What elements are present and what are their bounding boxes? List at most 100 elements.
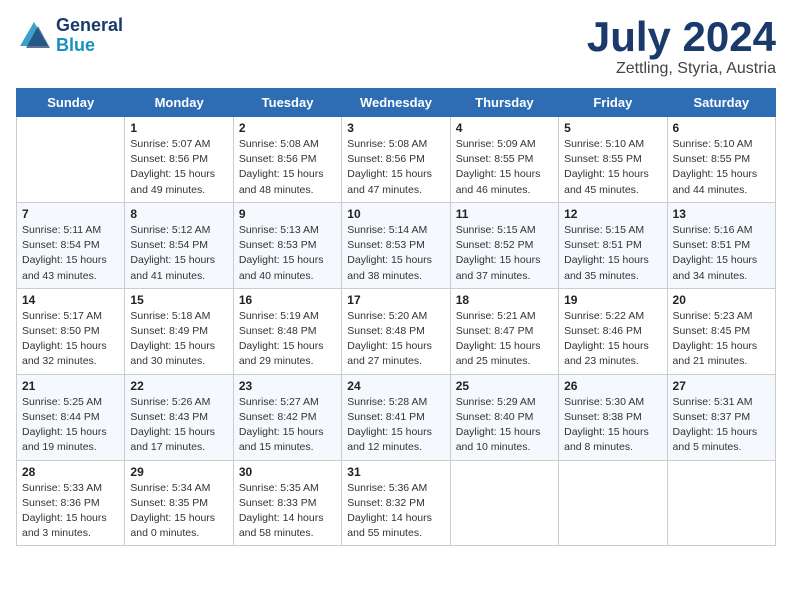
page-header: General Blue July 2024 Zettling, Styria,… (16, 16, 776, 78)
day-number: 27 (673, 379, 770, 393)
calendar-cell: 3Sunrise: 5:08 AMSunset: 8:56 PMDaylight… (342, 117, 450, 203)
day-number: 17 (347, 293, 444, 307)
logo-line2: Blue (56, 36, 123, 56)
calendar-cell: 10Sunrise: 5:14 AMSunset: 8:53 PMDayligh… (342, 202, 450, 288)
day-info: Sunrise: 5:11 AMSunset: 8:54 PMDaylight:… (22, 223, 119, 284)
day-number: 8 (130, 207, 227, 221)
day-info: Sunrise: 5:31 AMSunset: 8:37 PMDaylight:… (673, 395, 770, 456)
header-day: Monday (125, 89, 233, 117)
day-number: 1 (130, 121, 227, 135)
calendar-cell: 25 Sunrise: 5:29 AMSunset: 8:40 PMDayligh… (450, 374, 558, 460)
calendar-cell: 18 Sunrise: 5:21 AMSunset: 8:47 PMDayligh… (450, 288, 558, 374)
calendar-cell (17, 117, 125, 203)
day-info: Sunrise: 5:26 AMSunset: 8:43 PMDaylight:… (130, 395, 227, 456)
day-info: Sunrise: 5:15 AMSunset: 8:52 PMDaylight:… (456, 223, 553, 284)
header-day: Thursday (450, 89, 558, 117)
day-info: Sunrise: 5:12 AMSunset: 8:54 PMDaylight:… (130, 223, 227, 284)
header-day: Saturday (667, 89, 775, 117)
calendar-cell: 20 Sunrise: 5:23 AMSunset: 8:45 PMDayligh… (667, 288, 775, 374)
logo-icon (16, 18, 52, 54)
day-info: Sunrise: 5:27 AMSunset: 8:42 PMDaylight:… (239, 395, 336, 456)
day-number: 13 (673, 207, 770, 221)
day-number: 14 (22, 293, 119, 307)
calendar-cell: 13 Sunrise: 5:16 AMSunset: 8:51 PMDayligh… (667, 202, 775, 288)
calendar-cell: 17Sunrise: 5:20 AMSunset: 8:48 PMDayligh… (342, 288, 450, 374)
day-info: Sunrise: 5:09 AMSunset: 8:55 PMDaylight:… (456, 137, 553, 198)
day-number: 2 (239, 121, 336, 135)
day-number: 26 (564, 379, 661, 393)
day-number: 30 (239, 465, 336, 479)
day-info: Sunrise: 5:13 AMSunset: 8:53 PMDaylight:… (239, 223, 336, 284)
calendar-cell (450, 460, 558, 546)
day-number: 11 (456, 207, 553, 221)
calendar-cell: 12 Sunrise: 5:15 AMSunset: 8:51 PMDayligh… (559, 202, 667, 288)
day-number: 16 (239, 293, 336, 307)
day-number: 7 (22, 207, 119, 221)
logo-text: General Blue (56, 16, 123, 56)
calendar-cell: 22 Sunrise: 5:26 AMSunset: 8:43 PMDayligh… (125, 374, 233, 460)
calendar-cell: 14 Sunrise: 5:17 AMSunset: 8:50 PMDayligh… (17, 288, 125, 374)
day-number: 10 (347, 207, 444, 221)
day-number: 6 (673, 121, 770, 135)
day-info: Sunrise: 5:08 AMSunset: 8:56 PMDaylight:… (239, 137, 336, 198)
day-info: Sunrise: 5:21 AMSunset: 8:47 PMDaylight:… (456, 309, 553, 370)
day-number: 20 (673, 293, 770, 307)
calendar-table: SundayMondayTuesdayWednesdayThursdayFrid… (16, 88, 776, 546)
day-number: 22 (130, 379, 227, 393)
header-day: Tuesday (233, 89, 341, 117)
day-number: 28 (22, 465, 119, 479)
day-number: 29 (130, 465, 227, 479)
day-number: 25 (456, 379, 553, 393)
calendar-cell (559, 460, 667, 546)
calendar-cell: 6 Sunrise: 5:10 AMSunset: 8:55 PMDaylight… (667, 117, 775, 203)
day-number: 3 (347, 121, 444, 135)
calendar-cell: 16 Sunrise: 5:19 AMSunset: 8:48 PMDayligh… (233, 288, 341, 374)
calendar-week-row: 21Sunrise: 5:25 AMSunset: 8:44 PMDayligh… (17, 374, 776, 460)
calendar-cell: 4Sunrise: 5:09 AMSunset: 8:55 PMDaylight… (450, 117, 558, 203)
day-info: Sunrise: 5:23 AMSunset: 8:45 PMDaylight:… (673, 309, 770, 370)
calendar-cell: 30Sunrise: 5:35 AMSunset: 8:33 PMDayligh… (233, 460, 341, 546)
calendar-week-row: 7 Sunrise: 5:11 AMSunset: 8:54 PMDaylight… (17, 202, 776, 288)
logo-line1: General (56, 16, 123, 36)
day-info: Sunrise: 5:28 AMSunset: 8:41 PMDaylight:… (347, 395, 444, 456)
day-info: Sunrise: 5:30 AMSunset: 8:38 PMDaylight:… (564, 395, 661, 456)
calendar-cell: 24Sunrise: 5:28 AMSunset: 8:41 PMDayligh… (342, 374, 450, 460)
calendar-cell: 23Sunrise: 5:27 AMSunset: 8:42 PMDayligh… (233, 374, 341, 460)
calendar-cell: 1 Sunrise: 5:07 AMSunset: 8:56 PMDaylight… (125, 117, 233, 203)
calendar-cell: 21Sunrise: 5:25 AMSunset: 8:44 PMDayligh… (17, 374, 125, 460)
day-number: 15 (130, 293, 227, 307)
day-number: 9 (239, 207, 336, 221)
day-info: Sunrise: 5:33 AMSunset: 8:36 PMDaylight:… (22, 481, 119, 542)
calendar-cell: 15Sunrise: 5:18 AMSunset: 8:49 PMDayligh… (125, 288, 233, 374)
calendar-cell: 26 Sunrise: 5:30 AMSunset: 8:38 PMDayligh… (559, 374, 667, 460)
day-info: Sunrise: 5:10 AMSunset: 8:55 PMDaylight:… (564, 137, 661, 198)
day-info: Sunrise: 5:16 AMSunset: 8:51 PMDaylight:… (673, 223, 770, 284)
header-day: Wednesday (342, 89, 450, 117)
day-info: Sunrise: 5:36 AMSunset: 8:32 PMDaylight:… (347, 481, 444, 542)
calendar-cell: 8 Sunrise: 5:12 AMSunset: 8:54 PMDaylight… (125, 202, 233, 288)
calendar-cell: 7 Sunrise: 5:11 AMSunset: 8:54 PMDaylight… (17, 202, 125, 288)
month-title: July 2024 (587, 16, 776, 58)
day-info: Sunrise: 5:19 AMSunset: 8:48 PMDaylight:… (239, 309, 336, 370)
day-info: Sunrise: 5:10 AMSunset: 8:55 PMDaylight:… (673, 137, 770, 198)
day-number: 12 (564, 207, 661, 221)
calendar-week-row: 28 Sunrise: 5:33 AMSunset: 8:36 PMDayligh… (17, 460, 776, 546)
day-info: Sunrise: 5:22 AMSunset: 8:46 PMDaylight:… (564, 309, 661, 370)
calendar-cell: 2 Sunrise: 5:08 AMSunset: 8:56 PMDaylight… (233, 117, 341, 203)
day-number: 5 (564, 121, 661, 135)
calendar-cell: 9 Sunrise: 5:13 AMSunset: 8:53 PMDaylight… (233, 202, 341, 288)
day-number: 31 (347, 465, 444, 479)
title-area: July 2024 Zettling, Styria, Austria (587, 16, 776, 78)
day-info: Sunrise: 5:29 AMSunset: 8:40 PMDaylight:… (456, 395, 553, 456)
calendar-cell: 11 Sunrise: 5:15 AMSunset: 8:52 PMDayligh… (450, 202, 558, 288)
calendar-cell: 29 Sunrise: 5:34 AMSunset: 8:35 PMDayligh… (125, 460, 233, 546)
calendar-body: 1 Sunrise: 5:07 AMSunset: 8:56 PMDaylight… (17, 117, 776, 546)
day-info: Sunrise: 5:07 AMSunset: 8:56 PMDaylight:… (130, 137, 227, 198)
day-info: Sunrise: 5:34 AMSunset: 8:35 PMDaylight:… (130, 481, 227, 542)
calendar-header-row: SundayMondayTuesdayWednesdayThursdayFrid… (17, 89, 776, 117)
header-day: Sunday (17, 89, 125, 117)
day-info: Sunrise: 5:17 AMSunset: 8:50 PMDaylight:… (22, 309, 119, 370)
day-number: 18 (456, 293, 553, 307)
day-info: Sunrise: 5:15 AMSunset: 8:51 PMDaylight:… (564, 223, 661, 284)
day-info: Sunrise: 5:25 AMSunset: 8:44 PMDaylight:… (22, 395, 119, 456)
